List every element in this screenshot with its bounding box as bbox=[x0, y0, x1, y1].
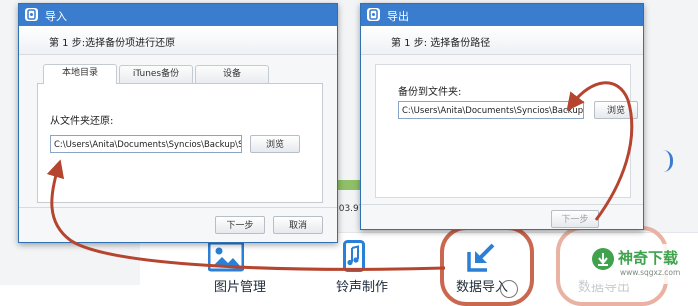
tab-local-directory[interactable]: 本地目录 bbox=[43, 64, 117, 84]
watermark-logo-icon bbox=[592, 248, 614, 270]
watermark-url: www.sqgxz.com bbox=[620, 268, 681, 277]
annotation-arrows bbox=[46, 81, 634, 271]
arrow-to-import-path bbox=[46, 159, 446, 271]
arrow-to-export-path bbox=[566, 81, 634, 221]
watermark-brand: 神奇下载 bbox=[618, 249, 679, 267]
watermark: 神奇下载 www.sqgxz.com bbox=[588, 244, 698, 284]
